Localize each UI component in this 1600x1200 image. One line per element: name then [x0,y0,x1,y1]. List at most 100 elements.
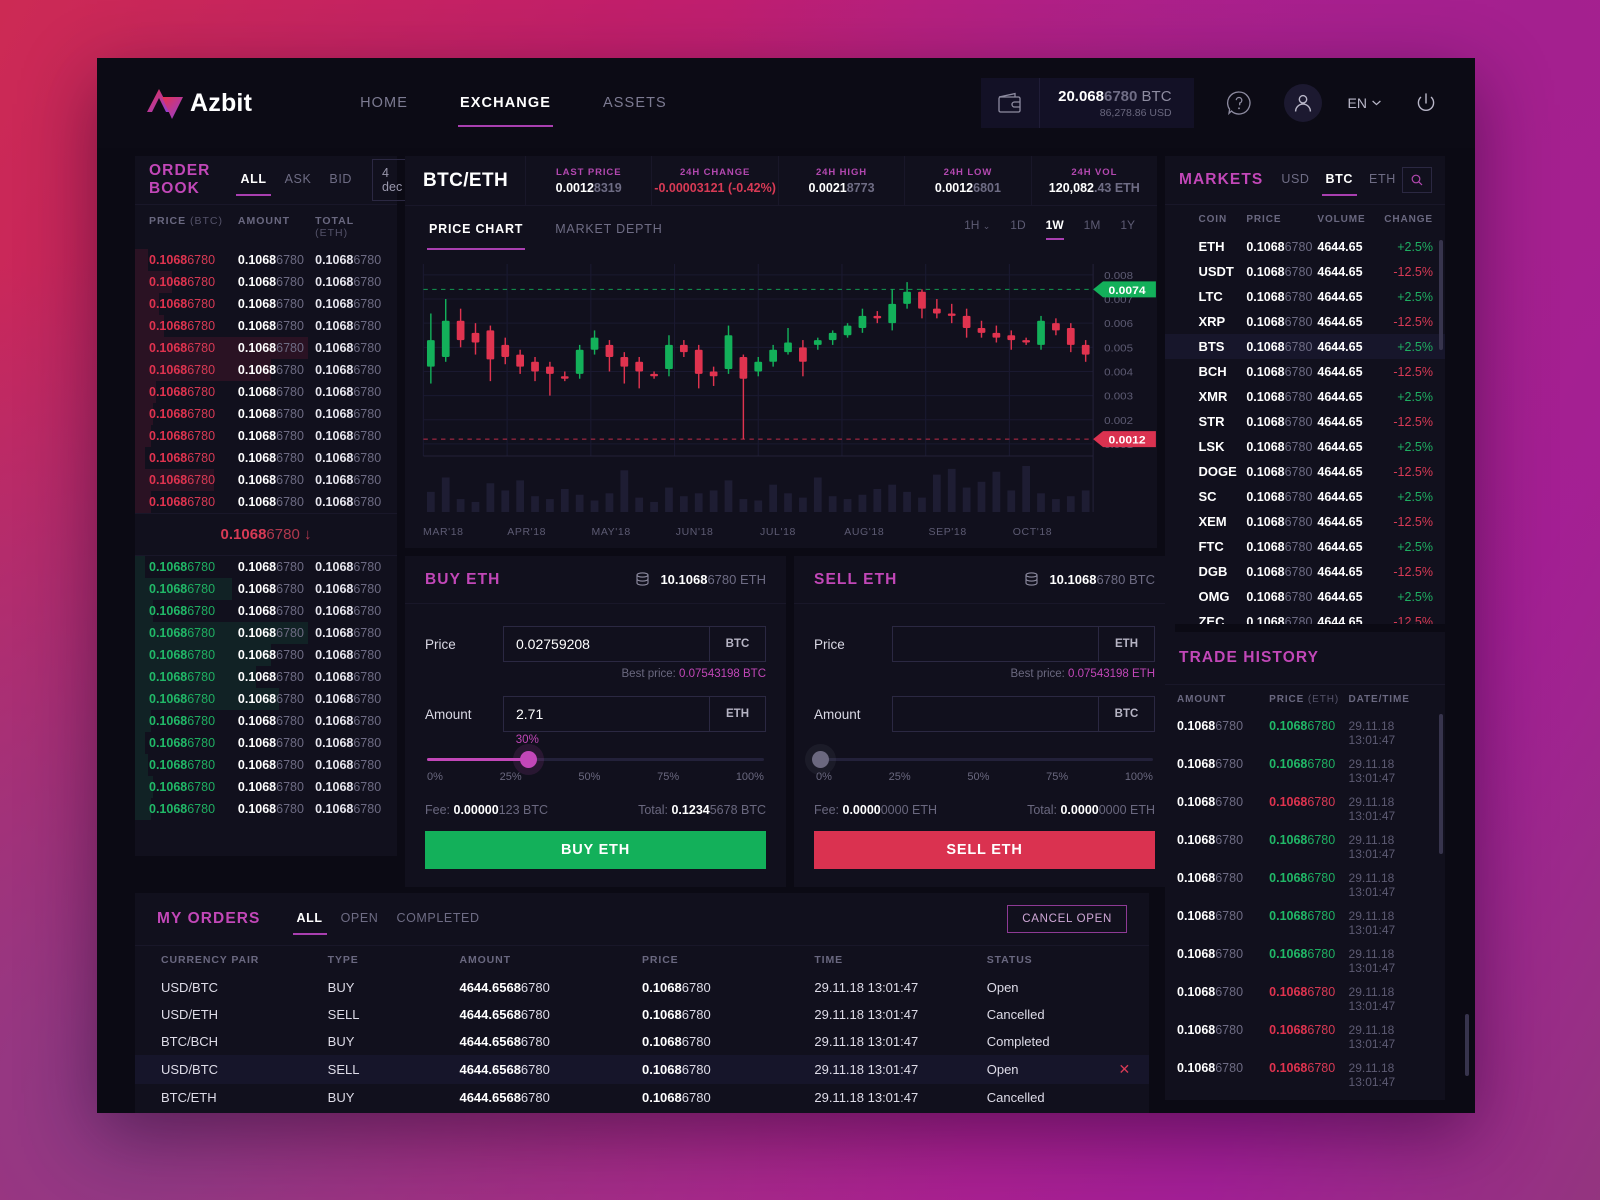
nav-item-assets[interactable]: ASSETS [577,63,693,143]
order-book-row[interactable]: 0.10686780 0.10686780 0.10686780 [135,315,397,337]
trade-history-scrollbar[interactable] [1439,714,1443,854]
range-1m[interactable]: 1M [1084,218,1101,240]
order-book-row[interactable]: 0.10686780 0.10686780 0.10686780 [135,600,397,622]
markets-scrollbar[interactable] [1439,240,1443,350]
order-book-row[interactable]: 0.10686780 0.10686780 0.10686780 [135,688,397,710]
buy-price-input[interactable] [504,627,709,661]
order-cancel-cell[interactable]: ✕ [1118,1055,1149,1084]
order-book-row[interactable]: 0.10686780 0.10686780 0.10686780 [135,337,397,359]
range-1y[interactable]: 1Y [1120,218,1135,240]
wallet-balance[interactable]: 20.0686780 BTC 86,278.86 USD [981,78,1194,128]
order-book-row[interactable]: 0.10686780 0.10686780 0.10686780 [135,249,397,271]
sell-submit-button[interactable]: SELL ETH [814,831,1155,869]
market-row[interactable]: XRP 0.10686780 4644.65 -12.5% [1165,309,1445,334]
candlestick-chart[interactable]: 0.0010.0020.0030.0040.0050.0060.0070.008… [405,252,1157,522]
order-book-row[interactable]: 0.10686780 0.10686780 0.10686780 [135,425,397,447]
table-row[interactable]: BTC/ETH BUY 4644.65686780 0.10686780 29.11.1… [135,1084,1149,1111]
tab-all-orders[interactable]: ALL [291,899,329,939]
market-row[interactable]: USDT 0.10686780 4644.65 -12.5% [1165,259,1445,284]
order-book-row[interactable]: 0.10686780 0.10686780 0.10686780 [135,469,397,491]
market-row[interactable]: LSK 0.10686780 4644.65 +2.5% [1165,434,1445,459]
nav-item-home[interactable]: HOME [334,63,434,143]
order-book-row[interactable]: 0.10686780 0.10686780 0.10686780 [135,447,397,469]
buy-amount-field[interactable]: ETH [503,696,766,732]
buy-submit-button[interactable]: BUY ETH [425,831,766,869]
tab-usd[interactable]: USD [1275,160,1315,200]
help-icon[interactable] [1220,84,1258,122]
table-row[interactable]: USD/ETH SELL 4644.65686780 0.10686780 29.11.… [135,1001,1149,1028]
order-status: Cancelled [986,1007,1045,1022]
tab-all[interactable]: ALL [234,160,272,200]
sell-amount-slider[interactable]: 0% 25% 50% 75% 100% [812,751,1155,783]
market-row[interactable]: ZEC 0.10686780 4644.65 -12.5% [1165,609,1445,624]
table-row[interactable]: USD/BTC SELL 4644.65686780 0.10686780 29.11.… [135,1055,1149,1084]
table-row[interactable]: BTC/BCH BUY 4644.65686780 0.10686780 29.11.1… [135,1028,1149,1055]
markets-search[interactable] [1401,167,1432,193]
sell-slider-track[interactable] [812,751,1153,768]
market-row[interactable]: BTS 0.10686780 4644.65 +2.5% [1165,334,1445,359]
buy-price-field[interactable]: BTC [503,626,766,662]
tab-ask[interactable]: ASK [279,160,318,200]
order-book-row[interactable]: 0.10686780 0.10686780 0.10686780 [135,293,397,315]
range-1h[interactable]: 1H ⌄ [964,218,990,240]
order-book-row[interactable]: 0.10686780 0.10686780 0.10686780 [135,732,397,754]
order-book-row[interactable]: 0.10686780 0.10686780 0.10686780 [135,271,397,293]
order-book-row[interactable]: 0.10686780 0.10686780 0.10686780 [135,491,397,513]
tab-price-chart[interactable]: PRICE CHART [427,208,526,250]
order-book-row[interactable]: 0.10686780 0.10686780 0.10686780 [135,776,397,798]
close-icon[interactable]: ✕ [1119,1061,1131,1077]
order-book-row[interactable]: 0.10686780 0.10686780 0.10686780 [135,359,397,381]
market-row[interactable]: FTC 0.10686780 4644.65 +2.5% [1165,534,1445,559]
cancel-open-button[interactable]: CANCEL OPEN [1007,905,1127,933]
order-book-row[interactable]: 0.10686780 0.10686780 0.10686780 [135,578,397,600]
market-row[interactable]: ETH 0.10686780 4644.65 +2.5% [1165,234,1445,259]
tab-open-orders[interactable]: OPEN [335,899,385,939]
order-book-row[interactable]: 0.10686780 0.10686780 0.10686780 [135,710,397,732]
market-row[interactable]: STR 0.10686780 4644.65 -12.5% [1165,409,1445,434]
buy-slider-knob[interactable] [520,751,538,768]
market-row[interactable]: DOGE 0.10686780 4644.65 -12.5% [1165,459,1445,484]
language-selector[interactable]: EN [1348,95,1381,111]
order-book-row[interactable]: 0.10686780 0.10686780 0.10686780 [135,556,397,578]
my-orders-scrollbar[interactable] [1465,1014,1469,1076]
nav-item-exchange[interactable]: EXCHANGE [434,63,577,143]
table-row[interactable]: USD/BCHSELL4644.656867800.1068678029.11.… [135,1111,1149,1113]
market-row[interactable]: BCH 0.10686780 4644.65 -12.5% [1165,359,1445,384]
row-amount: 0.10686780 [237,648,304,662]
market-row[interactable]: LTC 0.10686780 4644.65 +2.5% [1165,284,1445,309]
range-1w[interactable]: 1W [1045,218,1064,240]
tab-bid[interactable]: BID [323,160,358,200]
market-row[interactable]: XEM 0.10686780 4644.65 -12.5% [1165,509,1445,534]
market-row[interactable]: OMG 0.10686780 4644.65 +2.5% [1165,584,1445,609]
tab-completed-orders[interactable]: COMPLETED [390,899,485,939]
tab-market-depth[interactable]: MARKET DEPTH [553,208,664,250]
row-price: 0.10686780 [149,407,216,421]
table-row[interactable]: USD/BTC BUY 4644.65686780 0.10686780 29.11.1… [135,974,1149,1001]
sell-price-field[interactable]: ETH [892,626,1155,662]
range-1d[interactable]: 1D [1010,218,1025,240]
order-book-row[interactable]: 0.10686780 0.10686780 0.10686780 [135,622,397,644]
tab-eth[interactable]: ETH [1363,160,1402,200]
brand-logo[interactable]: Azbit [145,85,252,121]
tab-btc[interactable]: BTC [1320,160,1360,200]
order-book-row[interactable]: 0.10686780 0.10686780 0.10686780 [135,403,397,425]
order-book-row[interactable]: 0.10686780 0.10686780 0.10686780 [135,798,397,820]
order-book-mid-price[interactable]: 0.10686780 ↓ [135,513,397,556]
market-row[interactable]: DGB 0.10686780 4644.65 -12.5% [1165,559,1445,584]
order-book-row[interactable]: 0.10686780 0.10686780 0.10686780 [135,381,397,403]
sell-slider-knob[interactable] [812,751,829,768]
market-row[interactable]: SC 0.10686780 4644.65 +2.5% [1165,484,1445,509]
sell-amount-input[interactable] [893,697,1098,731]
user-icon[interactable] [1283,84,1322,122]
sell-price-input[interactable] [893,627,1098,661]
buy-amount-slider[interactable]: 30% 0% 25% 50% 75% 100% [425,734,766,783]
order-book-row[interactable]: 0.10686780 0.10686780 0.10686780 [135,754,397,776]
order-book-row[interactable]: 0.10686780 0.10686780 0.10686780 [135,644,397,666]
order-book-row[interactable]: 0.10686780 0.10686780 0.10686780 [135,666,397,688]
sell-amount-field[interactable]: BTC [892,696,1155,732]
power-icon[interactable] [1407,84,1445,122]
buy-slider-track[interactable] [427,751,764,768]
market-row[interactable]: XMR 0.10686780 4644.65 +2.5% [1165,384,1445,409]
row-amount: 0.10686780 [237,473,304,487]
buy-amount-input[interactable] [504,697,709,731]
